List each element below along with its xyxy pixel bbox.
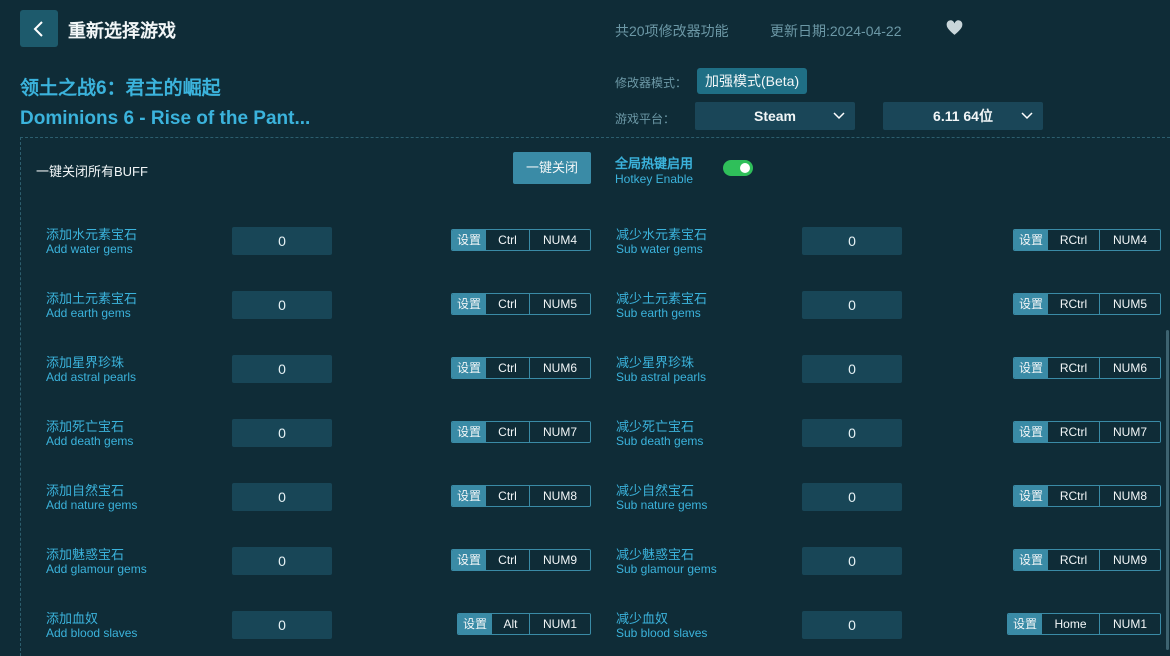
set-hotkey-button[interactable]: 设置 (1014, 486, 1048, 506)
game-title-en: Dominions 6 - Rise of the Pant... (20, 108, 311, 129)
chevron-down-icon (833, 112, 845, 120)
modifier-key[interactable]: Home (1042, 614, 1100, 634)
modifier-key[interactable]: RCtrl (1048, 294, 1100, 314)
cheat-name-cn: 减少魅惑宝石 (616, 547, 695, 562)
close-all-button[interactable]: 一键关闭 (513, 152, 591, 184)
cheat-row: 减少死亡宝石 Sub death gems 0 设置 RCtrl NUM7 (0, 414, 1170, 454)
hotkey-key[interactable]: NUM1 (1100, 614, 1160, 634)
value-input[interactable]: 0 (802, 355, 902, 383)
cheat-row: 减少自然宝石 Sub nature gems 0 设置 RCtrl NUM8 (0, 478, 1170, 518)
set-hotkey-button[interactable]: 设置 (1014, 358, 1048, 378)
value-input[interactable]: 0 (802, 419, 902, 447)
cheat-row: 减少星界珍珠 Sub astral pearls 0 设置 RCtrl NUM6 (0, 350, 1170, 390)
set-hotkey-button[interactable]: 设置 (1014, 550, 1048, 570)
cheat-name-cn: 减少水元素宝石 (616, 227, 708, 242)
cheat-row: 减少土元素宝石 Sub earth gems 0 设置 RCtrl NUM5 (0, 286, 1170, 326)
cheat-row: 减少魅惑宝石 Sub glamour gems 0 设置 RCtrl NUM9 (0, 542, 1170, 582)
hotkey-key[interactable]: NUM4 (1100, 230, 1160, 250)
cheat-name-en: Sub death gems (616, 434, 704, 448)
hotkey-group: 设置 RCtrl NUM8 (1013, 485, 1161, 507)
hotkey-group: 设置 Home NUM1 (1007, 613, 1161, 635)
value-input[interactable]: 0 (802, 547, 902, 575)
chevron-left-icon (33, 20, 43, 37)
value-input[interactable]: 0 (802, 291, 902, 319)
hotkey-key[interactable]: NUM6 (1100, 358, 1160, 378)
hotkey-key[interactable]: NUM9 (1100, 550, 1160, 570)
modifier-key[interactable]: RCtrl (1048, 422, 1100, 442)
hotkey-group: 设置 RCtrl NUM5 (1013, 293, 1161, 315)
platform-label: 游戏平台： (615, 112, 676, 126)
cheat-name-en: Sub astral pearls (616, 370, 707, 384)
cheat-name-cn: 减少土元素宝石 (616, 291, 708, 306)
cheat-row: 减少水元素宝石 Sub water gems 0 设置 RCtrl NUM4 (0, 222, 1170, 262)
platform-select[interactable]: Steam (695, 102, 855, 130)
hotkey-group: 设置 RCtrl NUM7 (1013, 421, 1161, 443)
hotkey-label-cn: 全局热键启用 (615, 156, 694, 171)
mode-badge[interactable]: 加强模式(Beta) (697, 68, 808, 94)
cheat-name-en: Sub blood slaves (616, 626, 708, 640)
hotkey-key[interactable]: NUM5 (1100, 294, 1160, 314)
cheat-name-en: Sub water gems (616, 242, 703, 256)
update-date: 更新日期:2024-04-22 (770, 23, 902, 39)
modifier-key[interactable]: RCtrl (1048, 486, 1100, 506)
cheat-name-cn: 减少血奴 (616, 611, 669, 626)
game-title-cn: 领土之战6：君主的崛起 (20, 78, 221, 99)
cheat-name-en: Sub nature gems (616, 498, 708, 512)
hotkey-key[interactable]: NUM8 (1100, 486, 1160, 506)
set-hotkey-button[interactable]: 设置 (1014, 422, 1048, 442)
cheat-name-cn: 减少自然宝石 (616, 483, 695, 498)
mode-label: 修改器模式： (615, 76, 688, 90)
set-hotkey-button[interactable]: 设置 (1008, 614, 1042, 634)
hotkey-group: 设置 RCtrl NUM9 (1013, 549, 1161, 571)
value-input[interactable]: 0 (802, 483, 902, 511)
hotkey-group: 设置 RCtrl NUM4 (1013, 229, 1161, 251)
hotkey-key[interactable]: NUM7 (1100, 422, 1160, 442)
value-input[interactable]: 0 (802, 611, 902, 639)
toggle-knob (740, 163, 750, 173)
modifier-key[interactable]: RCtrl (1048, 550, 1100, 570)
version-value: 6.11 64位 (933, 108, 993, 124)
modifier-key[interactable]: RCtrl (1048, 230, 1100, 250)
cheat-name-cn: 减少星界珍珠 (616, 355, 695, 370)
cheat-name-en: Sub earth gems (616, 306, 701, 320)
platform-value: Steam (753, 108, 797, 124)
hotkey-group: 设置 RCtrl NUM6 (1013, 357, 1161, 379)
back-button[interactable] (20, 10, 58, 47)
buff-label: 一键关闭所有BUFF (36, 164, 148, 179)
modifier-key[interactable]: RCtrl (1048, 358, 1100, 378)
heart-icon[interactable] (946, 20, 963, 37)
hotkey-label-en: Hotkey Enable (615, 172, 694, 186)
page-title[interactable]: 重新选择游戏 (68, 17, 176, 43)
set-hotkey-button[interactable]: 设置 (1014, 230, 1048, 250)
chevron-down-icon (1021, 112, 1033, 120)
value-input[interactable]: 0 (802, 227, 902, 255)
function-count: 共20项修改器功能 (615, 23, 729, 39)
set-hotkey-button[interactable]: 设置 (1014, 294, 1048, 314)
cheat-name-cn: 减少死亡宝石 (616, 419, 695, 434)
version-select[interactable]: 6.11 64位 (883, 102, 1043, 130)
cheat-row: 减少血奴 Sub blood slaves 0 设置 Home NUM1 (0, 606, 1170, 646)
hotkey-toggle[interactable] (723, 160, 753, 176)
cheat-name-en: Sub glamour gems (616, 562, 717, 576)
